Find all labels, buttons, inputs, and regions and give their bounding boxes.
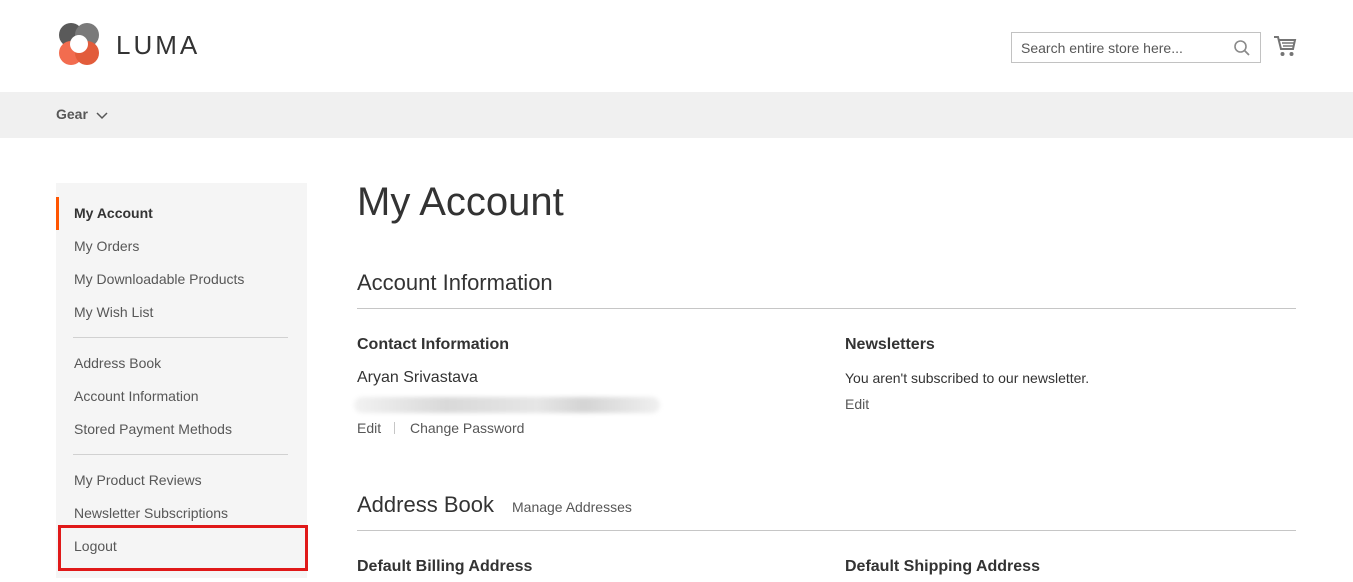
default-billing-address-title: Default Billing Address [357, 558, 533, 575]
customer-name: Aryan Srivastava [357, 369, 478, 386]
section-divider [357, 530, 1296, 531]
sidebar-divider [73, 337, 288, 338]
chevron-down-icon [96, 108, 108, 120]
sidebar-item-address-book[interactable]: Address Book [56, 347, 307, 380]
search-input[interactable] [1012, 33, 1222, 62]
sidebar-item-my-orders[interactable]: My Orders [56, 230, 307, 263]
sidebar-item-downloadable-products[interactable]: My Downloadable Products [56, 263, 307, 296]
main-navigation: Gear [0, 92, 1353, 138]
nav-item-label: Gear [56, 106, 88, 122]
header: LUMA [0, 0, 1353, 92]
nav-item-gear[interactable]: Gear [56, 106, 108, 122]
default-shipping-address-title: Default Shipping Address [845, 558, 1040, 575]
sidebar-item-logout[interactable]: Logout [56, 530, 307, 563]
manage-addresses-link[interactable]: Manage Addresses [512, 499, 632, 515]
sidebar-item-product-reviews[interactable]: My Product Reviews [56, 464, 307, 497]
newsletter-edit-link[interactable]: Edit [845, 396, 869, 412]
change-password-link[interactable]: Change Password [410, 420, 524, 436]
newsletter-status: You aren't subscribed to our newsletter. [845, 370, 1090, 386]
account-information-title: Account Information [357, 270, 553, 295]
address-book-title: Address Book [357, 492, 494, 517]
sidebar-item-account-information[interactable]: Account Information [56, 380, 307, 413]
cart-icon[interactable] [1273, 34, 1297, 58]
contact-edit-link[interactable]: Edit [357, 420, 381, 436]
link-separator [394, 422, 395, 434]
sidebar-item-stored-payment-methods[interactable]: Stored Payment Methods [56, 413, 307, 446]
search-icon[interactable] [1233, 39, 1251, 57]
newsletters-title: Newsletters [845, 336, 935, 353]
section-divider [357, 308, 1296, 309]
luma-logo-icon [56, 22, 102, 68]
sidebar-item-wish-list[interactable]: My Wish List [56, 296, 307, 329]
page-title: My Account [357, 180, 564, 224]
sidebar-divider [73, 454, 288, 455]
sidebar-item-my-account[interactable]: My Account [56, 197, 307, 230]
sidebar-item-newsletter-subscriptions[interactable]: Newsletter Subscriptions [56, 497, 307, 530]
search-box[interactable] [1011, 32, 1261, 63]
logo[interactable]: LUMA [56, 22, 200, 68]
logo-text: LUMA [116, 29, 201, 60]
account-sidebar: My Account My Orders My Downloadable Pro… [56, 183, 307, 578]
customer-email-redacted [354, 397, 660, 413]
contact-information-title: Contact Information [357, 336, 509, 353]
